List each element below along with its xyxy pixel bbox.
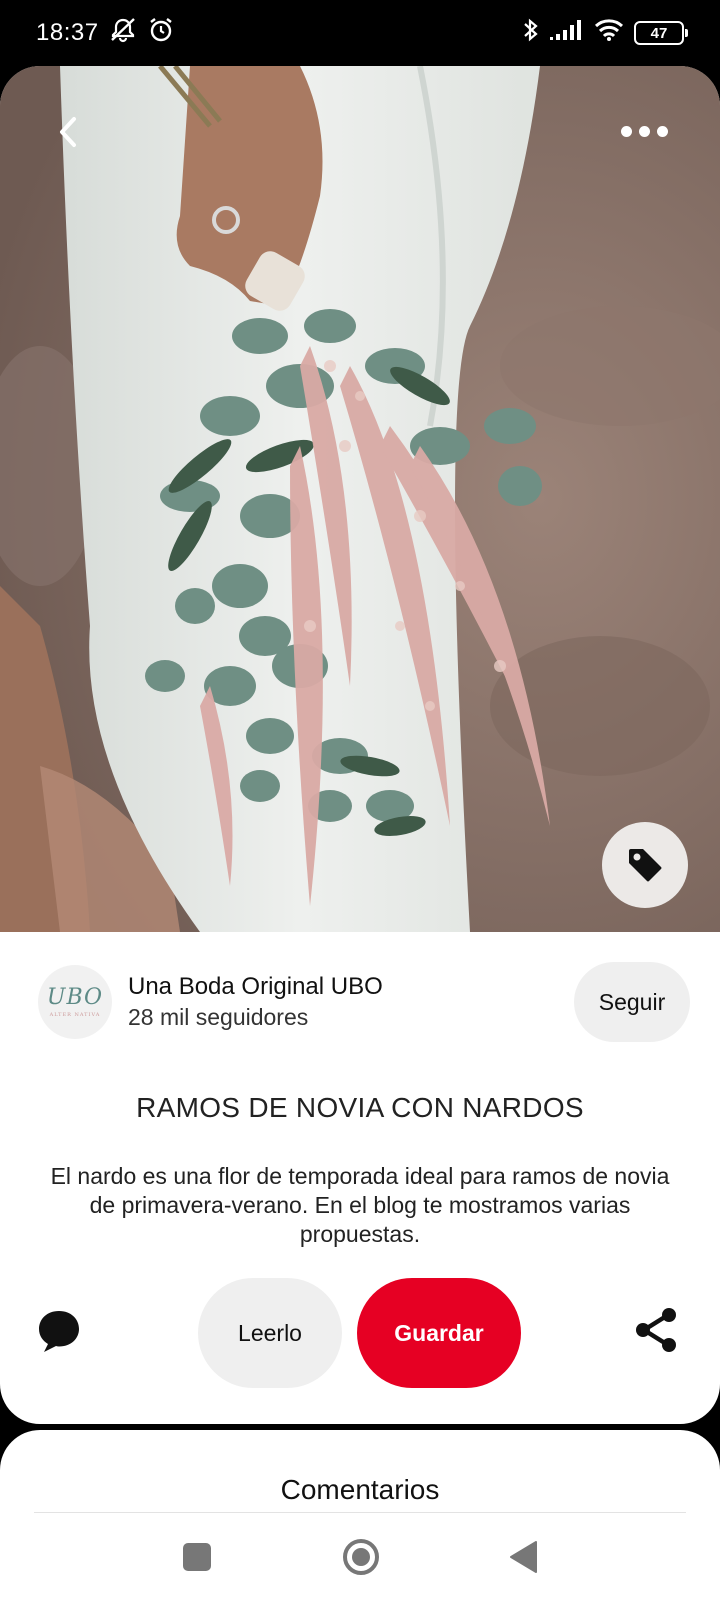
home-icon[interactable] (341, 1537, 381, 1577)
action-row: Leerlo Guardar (0, 1278, 720, 1388)
read-button[interactable]: Leerlo (198, 1278, 342, 1388)
more-options-icon[interactable] (614, 114, 674, 148)
pin-description: El nardo es una flor de temporada ideal … (50, 1163, 670, 1247)
nav-back-icon[interactable] (508, 1540, 538, 1574)
status-right: 47 (522, 17, 688, 50)
more-dot (656, 125, 668, 137)
signal-icon (550, 19, 584, 48)
author-info[interactable]: Una Boda Original UBO 28 mil seguidores (128, 972, 574, 1032)
save-button[interactable]: Guardar (357, 1278, 521, 1388)
share-icon[interactable] (632, 1306, 680, 1354)
avatar[interactable]: UBO ALTER NATIVA (38, 965, 112, 1039)
avatar-logo-subtext: ALTER NATIVA (49, 1011, 101, 1018)
author-followers: 28 mil seguidores (128, 1004, 309, 1030)
pin-card: UBO ALTER NATIVA Una Boda Original UBO 2… (0, 66, 720, 1424)
screen: 18:37 47 UBO ALTER NATIVA Una Boda Origi… (0, 0, 720, 1600)
avatar-logo-text: UBO (46, 984, 104, 1010)
shopping-tag-button[interactable] (602, 822, 688, 908)
notifications-off-icon (109, 17, 137, 50)
pin-image[interactable] (0, 66, 720, 932)
follow-button[interactable]: Seguir (574, 962, 690, 1042)
wifi-icon (594, 18, 624, 49)
comments-divider (34, 1512, 686, 1513)
system-nav-bar (0, 1520, 720, 1600)
status-left: 18:37 (36, 16, 175, 51)
more-dot (620, 125, 632, 137)
bluetooth-icon (522, 17, 540, 50)
back-button[interactable] (46, 110, 90, 154)
author-row: UBO ALTER NATIVA Una Boda Original UBO 2… (38, 962, 690, 1042)
alarm-icon (147, 16, 175, 51)
back-arrow-icon (60, 117, 76, 147)
status-bar: 18:37 47 (0, 0, 720, 66)
status-time: 18:37 (36, 19, 99, 46)
more-dot (638, 125, 650, 137)
comments-title: Comentarios (280, 1474, 440, 1505)
shopping-tag-icon (629, 849, 662, 882)
battery-indicator: 47 (634, 21, 688, 45)
author-name[interactable]: Una Boda Original UBO (128, 972, 574, 1002)
comment-bubble-icon[interactable] (36, 1308, 82, 1354)
recent-apps-icon[interactable] (183, 1543, 211, 1571)
pin-title: RAMOS DE NOVIA CON NARDOS (136, 1092, 584, 1123)
